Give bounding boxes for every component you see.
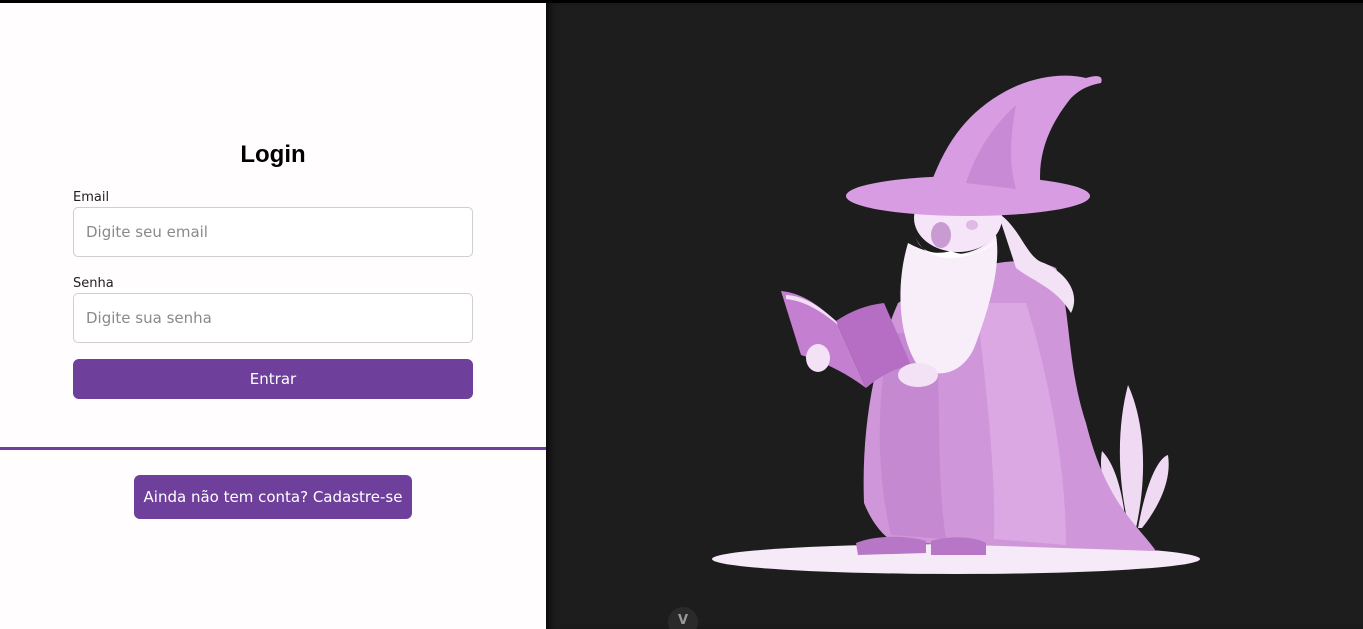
page-title: Login <box>240 141 306 168</box>
vue-logo-icon: V <box>677 613 689 628</box>
email-field[interactable] <box>73 207 473 257</box>
password-label: Senha <box>73 276 114 291</box>
password-field[interactable] <box>73 293 473 343</box>
divider <box>0 447 546 450</box>
signup-button[interactable]: Ainda não tem conta? Cadastre-se <box>134 475 412 519</box>
wizard-hat-icon <box>931 75 1102 191</box>
wizard-illustration <box>712 75 1200 574</box>
page: Login Email Senha Entrar Ainda não tem c… <box>0 0 1363 629</box>
email-label: Email <box>73 190 110 205</box>
vue-devtools-button[interactable]: V <box>668 607 698 629</box>
login-button[interactable]: Entrar <box>73 359 473 399</box>
login-panel: Login Email Senha Entrar Ainda não tem c… <box>0 3 546 629</box>
illustration-panel: V <box>546 3 1363 629</box>
